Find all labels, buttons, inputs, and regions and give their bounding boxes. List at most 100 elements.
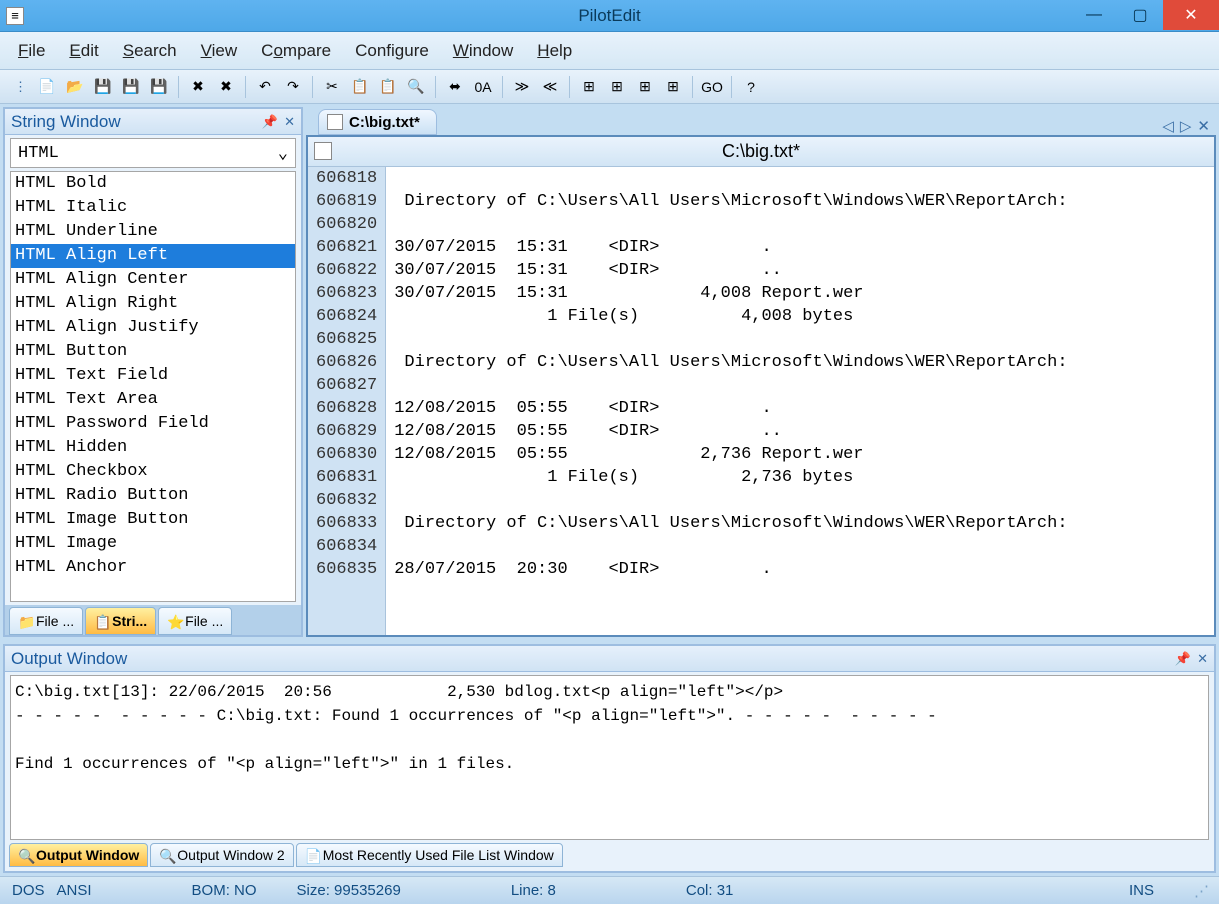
toolbar-button-16[interactable]: ≪ <box>538 75 562 99</box>
toolbar-button-19[interactable]: ⊞ <box>633 75 657 99</box>
editor-body[interactable]: 606818 606819 606820 606821 606822 60682… <box>308 167 1214 635</box>
menu-window[interactable]: Window <box>453 41 513 61</box>
menu-search[interactable]: Search <box>123 41 177 61</box>
toolbar-button-2[interactable]: 💾 <box>91 75 115 99</box>
toolbar-button-6[interactable]: ✖ <box>214 75 238 99</box>
close-button[interactable]: ✕ <box>1163 0 1219 30</box>
toolbar-button-3[interactable]: 💾 <box>119 75 143 99</box>
work-area: String Window 📌 ✕ HTML ⌄ HTML BoldHTML I… <box>0 104 1219 876</box>
string-list-item[interactable]: HTML Checkbox <box>11 460 295 484</box>
pin-icon[interactable]: 📌 <box>1175 651 1191 667</box>
string-list-item[interactable]: HTML Hidden <box>11 436 295 460</box>
close-panel-icon[interactable]: ✕ <box>284 114 295 130</box>
output-window-header: Output Window 📌 ✕ <box>5 646 1214 672</box>
string-list-item[interactable]: HTML Image Button <box>11 508 295 532</box>
output-window-panel: Output Window 📌 ✕ C:\big.txt[13]: 22/06/… <box>3 644 1216 873</box>
string-list-item[interactable]: HTML Align Justify <box>11 316 295 340</box>
string-list-item[interactable]: HTML Underline <box>11 220 295 244</box>
toolbar-button-21[interactable]: GO <box>700 75 724 99</box>
toolbar-button-12[interactable]: 🔍 <box>404 75 428 99</box>
toolbar-button-18[interactable]: ⊞ <box>605 75 629 99</box>
app-icon: ≡ <box>6 7 24 25</box>
toolbar-button-14[interactable]: 0A <box>471 75 495 99</box>
toolbar-button-20[interactable]: ⊞ <box>661 75 685 99</box>
menu-help[interactable]: Help <box>537 41 572 61</box>
maximize-button[interactable]: ▢ <box>1117 0 1163 30</box>
string-list[interactable]: HTML BoldHTML ItalicHTML UnderlineHTML A… <box>10 171 296 602</box>
string-list-item[interactable]: HTML Button <box>11 340 295 364</box>
string-list-item[interactable]: HTML Bold <box>11 172 295 196</box>
close-panel-icon[interactable]: ✕ <box>1197 651 1208 667</box>
string-list-item[interactable]: HTML Align Left <box>11 244 295 268</box>
tab-mru-file-list[interactable]: 📄Most Recently Used File List Window <box>296 843 563 867</box>
tab-string-window[interactable]: 📋Stri... <box>85 607 156 635</box>
menu-configure[interactable]: Configure <box>355 41 429 61</box>
toolbar-button-17[interactable]: ⊞ <box>577 75 601 99</box>
nav-next-icon[interactable]: ▷ <box>1180 117 1192 135</box>
tab-output-window-2[interactable]: 🔍Output Window 2 <box>150 843 293 867</box>
editor-frame: C:\big.txt* 606818 606819 606820 606821 … <box>306 135 1216 637</box>
toolbar-button-15[interactable]: ≫ <box>510 75 534 99</box>
status-line: Line: 8 <box>511 882 556 899</box>
window-title: PilotEdit <box>578 6 640 26</box>
toolbar-button-13[interactable]: ⬌ <box>443 75 467 99</box>
status-ins: INS <box>1129 882 1154 899</box>
toolbar-button-10[interactable]: 📋 <box>348 75 372 99</box>
chevron-down-icon: ⌄ <box>278 143 288 164</box>
toolbar-button-5[interactable]: ✖ <box>186 75 210 99</box>
file-tab[interactable]: C:\big.txt* <box>318 109 437 135</box>
status-bom: BOM: NO <box>192 882 257 899</box>
menu-file[interactable]: File <box>18 41 45 61</box>
toolbar-button-9[interactable]: ✂ <box>320 75 344 99</box>
resize-grip[interactable]: ⋰ <box>1194 882 1207 900</box>
status-encoding-dos: DOS <box>12 882 45 899</box>
output-tabs: 🔍Output Window 🔍Output Window 2 📄Most Re… <box>5 843 1214 871</box>
string-list-item[interactable]: HTML Image <box>11 532 295 556</box>
string-window-header: String Window 📌 ✕ <box>5 109 301 135</box>
tab-output-window[interactable]: 🔍Output Window <box>9 843 148 867</box>
string-window-title: String Window <box>11 112 121 132</box>
toolbar: ⋮ 📄📂💾💾💾✖✖↶↷✂📋📋🔍⬌0A≫≪⊞⊞⊞⊞GO? <box>0 70 1219 104</box>
status-encoding-ansi: ANSI <box>57 882 92 899</box>
pin-icon[interactable]: 📌 <box>262 114 278 130</box>
string-category-select[interactable]: HTML ⌄ <box>10 138 296 168</box>
editor-area: C:\big.txt* ◁ ▷ ✕ C:\big.txt* 606818 606… <box>306 107 1216 637</box>
string-window-panel: String Window 📌 ✕ HTML ⌄ HTML BoldHTML I… <box>3 107 303 637</box>
string-window-tabs: 📁File ... 📋Stri... ⭐File ... <box>5 605 301 635</box>
string-list-item[interactable]: HTML Anchor <box>11 556 295 580</box>
toolbar-button-11[interactable]: 📋 <box>376 75 400 99</box>
string-list-item[interactable]: HTML Align Center <box>11 268 295 292</box>
editor-title-text: C:\big.txt* <box>722 141 800 162</box>
menu-view[interactable]: View <box>201 41 238 61</box>
menu-compare[interactable]: Compare <box>261 41 331 61</box>
string-list-item[interactable]: HTML Italic <box>11 196 295 220</box>
output-window-title: Output Window <box>11 649 127 669</box>
string-list-item[interactable]: HTML Text Area <box>11 388 295 412</box>
status-size: Size: 99535269 <box>297 882 401 899</box>
tab-file-bookmark[interactable]: ⭐File ... <box>158 607 232 635</box>
toolbar-button-22[interactable]: ? <box>739 75 763 99</box>
toolbar-button-0[interactable]: 📄 <box>35 75 59 99</box>
string-list-item[interactable]: HTML Password Field <box>11 412 295 436</box>
string-list-item[interactable]: HTML Align Right <box>11 292 295 316</box>
toolbar-button-7[interactable]: ↶ <box>253 75 277 99</box>
output-body[interactable]: C:\big.txt[13]: 22/06/2015 20:56 2,530 b… <box>10 675 1209 840</box>
status-col: Col: 31 <box>686 882 734 899</box>
code-content[interactable]: Directory of C:\Users\All Users\Microsof… <box>386 167 1214 635</box>
string-list-item[interactable]: HTML Radio Button <box>11 484 295 508</box>
toolbar-button-8[interactable]: ↷ <box>281 75 305 99</box>
tab-file-window[interactable]: 📁File ... <box>9 607 83 635</box>
toolbar-button-1[interactable]: 📂 <box>63 75 87 99</box>
line-gutter: 606818 606819 606820 606821 606822 60682… <box>308 167 386 635</box>
statusbar: DOS ANSI BOM: NO Size: 99535269 Line: 8 … <box>0 876 1219 904</box>
nav-close-icon[interactable]: ✕ <box>1197 117 1210 135</box>
string-list-item[interactable]: HTML Text Field <box>11 364 295 388</box>
editor-title-bar: C:\big.txt* <box>308 137 1214 167</box>
menu-edit[interactable]: Edit <box>69 41 98 61</box>
document-icon <box>314 142 332 160</box>
toolbar-button-4[interactable]: 💾 <box>147 75 171 99</box>
nav-prev-icon[interactable]: ◁ <box>1162 117 1174 135</box>
minimize-button[interactable]: — <box>1071 0 1117 30</box>
menubar: File Edit Search View Compare Configure … <box>0 32 1219 70</box>
titlebar: ≡ PilotEdit — ▢ ✕ <box>0 0 1219 32</box>
